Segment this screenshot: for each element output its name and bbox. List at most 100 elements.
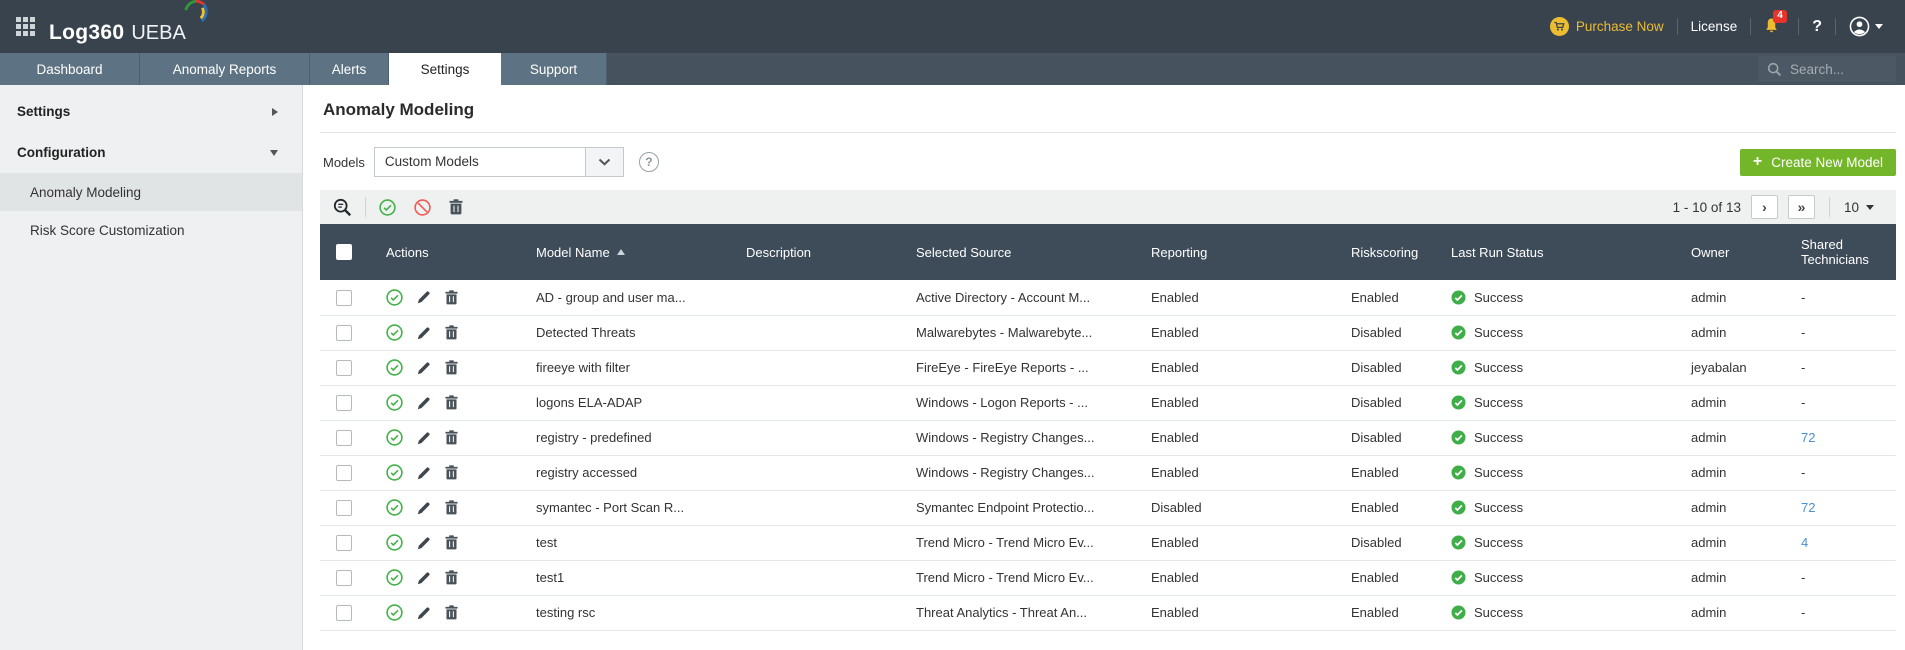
sidebar-item-configuration[interactable]: Configuration (0, 132, 302, 173)
divider (1750, 18, 1751, 35)
last-run-status-cell: Success (1435, 595, 1675, 630)
divider (1835, 18, 1836, 35)
model-name-cell[interactable]: Detected Threats (520, 315, 730, 350)
delete-icon[interactable] (445, 395, 458, 410)
shared-technicians-cell[interactable]: 72 (1785, 490, 1896, 525)
model-name-cell[interactable]: symantec - Port Scan R... (520, 490, 730, 525)
enable-icon[interactable] (386, 604, 403, 621)
edit-icon[interactable] (417, 571, 431, 585)
select-all-checkbox[interactable] (336, 244, 352, 260)
edit-icon[interactable] (417, 536, 431, 550)
column-search-icon[interactable] (333, 198, 352, 217)
delete-icon[interactable] (445, 500, 458, 515)
delete-icon[interactable] (445, 535, 458, 550)
enable-icon[interactable] (386, 464, 403, 481)
enable-icon[interactable] (386, 499, 403, 516)
last-page-button[interactable]: » (1788, 195, 1815, 219)
shared-technicians-cell[interactable]: 4 (1785, 525, 1896, 560)
row-checkbox[interactable] (336, 500, 352, 516)
sidebar-item-settings[interactable]: Settings (0, 91, 302, 132)
delete-selected-icon[interactable] (449, 199, 463, 215)
edit-icon[interactable] (417, 396, 431, 410)
edit-icon[interactable] (417, 606, 431, 620)
chevron-down-icon (585, 148, 623, 176)
page-size-select[interactable]: 10 (1844, 200, 1874, 215)
model-name-cell[interactable]: fireeye with filter (520, 350, 730, 385)
tab-alerts[interactable]: Alerts (310, 53, 389, 85)
delete-icon[interactable] (445, 465, 458, 480)
enable-icon[interactable] (386, 429, 403, 446)
enable-selected-icon[interactable] (379, 199, 396, 216)
edit-icon[interactable] (417, 326, 431, 340)
disable-selected-icon[interactable] (414, 199, 431, 216)
riskscoring-cell: Enabled (1335, 595, 1435, 630)
delete-icon[interactable] (445, 325, 458, 340)
delete-icon[interactable] (445, 360, 458, 375)
tab-anomaly-reports[interactable]: Anomaly Reports (140, 53, 310, 85)
enable-icon[interactable] (386, 569, 403, 586)
license-link[interactable]: License (1691, 19, 1738, 34)
column-header-model-name[interactable]: Model Name (520, 224, 730, 280)
next-page-button[interactable]: › (1751, 195, 1778, 219)
model-name-cell[interactable]: testing rsc (520, 595, 730, 630)
enable-icon[interactable] (386, 394, 403, 411)
model-name-cell[interactable]: logons ELA-ADAP (520, 385, 730, 420)
app-launcher-icon[interactable] (16, 17, 35, 36)
model-name-cell[interactable]: registry - predefined (520, 420, 730, 455)
edit-icon[interactable] (417, 361, 431, 375)
sidebar-item-anomaly-modeling[interactable]: Anomaly Modeling (0, 173, 302, 211)
chevron-right-icon (272, 108, 278, 116)
user-menu[interactable] (1849, 16, 1883, 37)
shared-technicians-cell: - (1785, 560, 1896, 595)
sidebar-item-label: Settings (17, 104, 70, 119)
row-checkbox[interactable] (336, 360, 352, 376)
reporting-cell: Disabled (1135, 490, 1335, 525)
selected-source-cell: Threat Analytics - Threat An... (900, 595, 1135, 630)
models-help-icon[interactable]: ? (639, 152, 659, 172)
table-row: test1 Trend Micro - Trend Micro Ev... En… (320, 560, 1896, 595)
status-label: Success (1474, 360, 1523, 375)
row-checkbox[interactable] (336, 570, 352, 586)
owner-cell: admin (1675, 560, 1785, 595)
delete-icon[interactable] (445, 430, 458, 445)
row-checkbox[interactable] (336, 605, 352, 621)
enable-icon[interactable] (386, 534, 403, 551)
enable-icon[interactable] (386, 289, 403, 306)
tab-settings[interactable]: Settings (389, 53, 501, 85)
edit-icon[interactable] (417, 431, 431, 445)
delete-icon[interactable] (445, 290, 458, 305)
global-search[interactable] (1758, 56, 1896, 82)
purchase-now-label: Purchase Now (1576, 19, 1664, 34)
model-name-cell[interactable]: test1 (520, 560, 730, 595)
row-checkbox[interactable] (336, 535, 352, 551)
edit-icon[interactable] (417, 290, 431, 304)
create-new-model-button[interactable]: + Create New Model (1740, 149, 1896, 176)
shared-technicians-cell[interactable]: 72 (1785, 420, 1896, 455)
edit-icon[interactable] (417, 501, 431, 515)
purchase-now-link[interactable]: Purchase Now (1550, 17, 1664, 36)
row-checkbox[interactable] (336, 325, 352, 341)
enable-icon[interactable] (386, 359, 403, 376)
search-input[interactable] (1790, 62, 1885, 77)
edit-icon[interactable] (417, 466, 431, 480)
delete-icon[interactable] (445, 605, 458, 620)
tab-dashboard[interactable]: Dashboard (0, 53, 140, 85)
notifications-bell-icon[interactable]: 4 (1764, 17, 1779, 37)
chevron-down-icon (1875, 24, 1883, 29)
delete-icon[interactable] (445, 570, 458, 585)
model-name-cell[interactable]: AD - group and user ma... (520, 280, 730, 315)
model-name-cell[interactable]: test (520, 525, 730, 560)
selected-source-cell: Windows - Logon Reports - ... (900, 385, 1135, 420)
tab-support[interactable]: Support (501, 53, 607, 85)
row-checkbox[interactable] (336, 465, 352, 481)
help-icon[interactable]: ? (1812, 18, 1822, 36)
enable-icon[interactable] (386, 324, 403, 341)
sidebar-item-risk-score-customization[interactable]: Risk Score Customization (0, 211, 302, 249)
page-size-value: 10 (1844, 200, 1859, 215)
model-name-cell[interactable]: registry accessed (520, 455, 730, 490)
row-checkbox[interactable] (336, 290, 352, 306)
models-select[interactable]: Custom Models (374, 147, 624, 177)
column-header-owner: Owner (1675, 224, 1785, 280)
row-checkbox[interactable] (336, 395, 352, 411)
row-checkbox[interactable] (336, 430, 352, 446)
